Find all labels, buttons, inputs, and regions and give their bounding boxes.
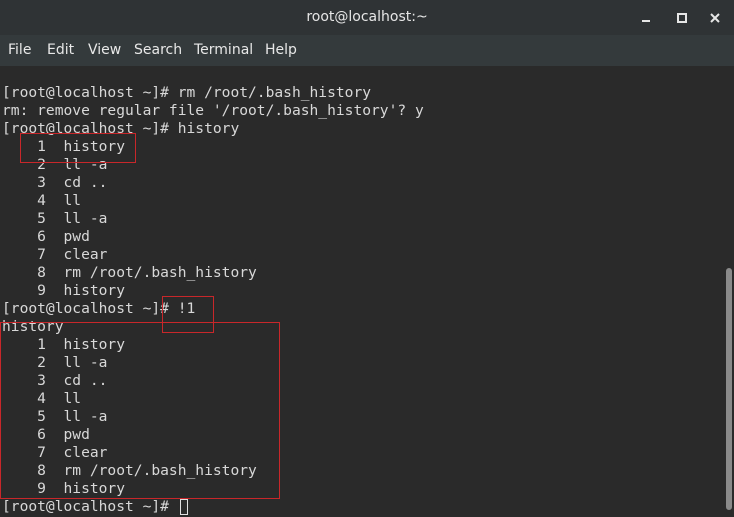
terminal-line: 1 history xyxy=(2,138,126,155)
menu-edit[interactable]: Edit xyxy=(47,35,74,66)
title-bar: root@localhost:~ xyxy=(0,0,734,35)
terminal-line: 5 ll -a xyxy=(2,408,108,425)
terminal-line: history xyxy=(2,318,64,335)
close-button[interactable] xyxy=(706,9,724,27)
menu-search[interactable]: Search xyxy=(134,35,182,66)
terminal-line: 4 ll xyxy=(2,390,82,407)
menu-file[interactable]: File xyxy=(8,35,31,66)
menu-bar: File Edit View Search Terminal Help xyxy=(0,35,734,67)
terminal-prompt-line: [root@localhost ~]# xyxy=(2,498,178,515)
terminal-line: 1 history xyxy=(2,336,126,353)
menu-terminal[interactable]: Terminal xyxy=(194,35,253,66)
terminal-line: 8 rm /root/.bash_history xyxy=(2,462,257,479)
terminal-line: 8 rm /root/.bash_history xyxy=(2,264,257,281)
minimize-icon xyxy=(642,20,650,22)
terminal-line: 3 cd .. xyxy=(2,174,108,191)
terminal-line: [root@localhost ~]# history xyxy=(2,120,240,137)
terminal-line: [root@localhost ~]# rm /root/.bash_histo… xyxy=(2,84,372,101)
scrollbar-thumb[interactable] xyxy=(726,268,732,510)
menu-view[interactable]: View xyxy=(88,35,121,66)
terminal-line: 7 clear xyxy=(2,444,108,461)
terminal-line: 5 ll -a xyxy=(2,210,108,227)
terminal-line: 6 pwd xyxy=(2,228,90,245)
terminal-line: 9 history xyxy=(2,282,126,299)
terminal-line: 7 clear xyxy=(2,246,108,263)
terminal-line: 9 history xyxy=(2,480,126,497)
terminal-line: 3 cd .. xyxy=(2,372,108,389)
terminal-line: 4 ll xyxy=(2,192,82,209)
terminal-line: 2 ll -a xyxy=(2,354,108,371)
minimize-button[interactable] xyxy=(637,9,655,27)
terminal-line: rm: remove regular file '/root/.bash_his… xyxy=(2,102,424,119)
close-icon xyxy=(710,13,720,23)
maximize-icon xyxy=(677,13,687,23)
terminal-scrollbar[interactable] xyxy=(724,66,734,517)
terminal-line: [root@localhost ~]# !1 xyxy=(2,300,196,317)
window-title: root@localhost:~ xyxy=(306,9,428,25)
menu-help[interactable]: Help xyxy=(265,35,297,66)
maximize-button[interactable] xyxy=(673,9,691,27)
terminal-cursor xyxy=(180,499,188,515)
terminal-line: 2 ll -a xyxy=(2,156,108,173)
terminal-line: 6 pwd xyxy=(2,426,90,443)
